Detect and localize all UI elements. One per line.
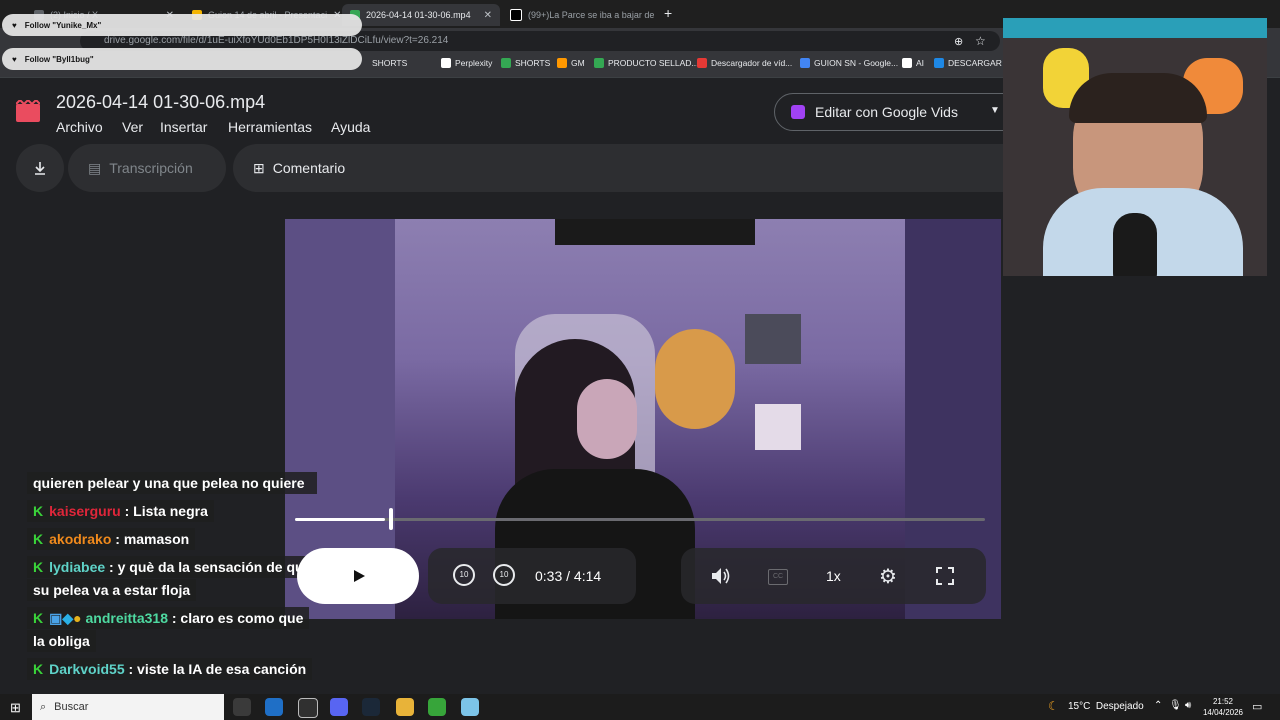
comment-icon: ⊞ <box>253 159 265 176</box>
menu-archivo[interactable]: Archivo <box>56 119 103 135</box>
captions-icon[interactable]: CC <box>768 569 788 585</box>
rewind-10-icon[interactable]: 10 <box>453 564 475 586</box>
microphone-icon[interactable]: 🎙︎ <box>1169 700 1182 711</box>
progress-fill <box>295 518 385 521</box>
chrome-taskbar-icon[interactable] <box>233 698 251 716</box>
edit-with-vids-button[interactable]: Editar con Google Vids <box>774 93 1004 131</box>
heart-icon: ♥ <box>12 20 17 30</box>
tray-chevron-icon[interactable]: ⌃ <box>1154 700 1162 711</box>
play-icon <box>354 570 365 582</box>
scrub-handle[interactable] <box>389 508 393 530</box>
video-picture <box>755 404 801 450</box>
webcam-overlay <box>1003 18 1267 276</box>
tab-label: (99+)La Parce se iba a bajar de <box>528 10 655 20</box>
video-person-face <box>577 379 637 459</box>
follow-alert-text: Follow "Yunike_Mx" <box>24 20 102 30</box>
bookmark-item[interactable]: Perplexity <box>441 58 492 68</box>
dropdown-arrow-icon[interactable]: ▼ <box>990 105 1000 116</box>
clock-date: 14/04/2026 <box>1202 708 1244 717</box>
bookmark-item[interactable]: GM <box>557 58 585 68</box>
outlook-taskbar-icon[interactable] <box>265 698 283 716</box>
download-button[interactable] <box>16 144 64 192</box>
obs-taskbar-icon[interactable] <box>298 698 318 718</box>
video-plush <box>655 329 735 429</box>
follow-alert: ♥ Follow "Yunike_Mx" <box>2 14 362 36</box>
bookmark-item[interactable]: Descargador de víd... <box>697 58 792 68</box>
chat-line: la obliga <box>27 630 96 652</box>
chat-line: Kakodrako : mamason <box>27 528 196 550</box>
follow-alert: ♥ Follow "Byll1bug" <box>2 48 362 70</box>
video-poster <box>745 314 801 364</box>
chat-line: quieren pelear y una que pelea no quiere <box>27 472 317 494</box>
progress-track[interactable] <box>295 518 985 521</box>
webcam-hair <box>1069 73 1207 123</box>
chat-line: Klydiabee : y què da la sensación de que <box>27 556 318 578</box>
weather-text[interactable]: 15°C Despejado <box>1068 701 1144 712</box>
taskbar-search[interactable]: ⌕ Buscar <box>32 694 224 720</box>
transcript-icon: ▤ <box>88 159 102 176</box>
chat-line: K Darkvoid55 : viste la IA de esa canción <box>27 658 313 680</box>
steam-taskbar-icon[interactable] <box>362 698 380 716</box>
duration: 4:14 <box>573 568 602 584</box>
vids-icon <box>791 105 805 119</box>
chat-line: Kkaiserguru : Lista negra <box>27 500 214 522</box>
zoom-icon[interactable]: ⊕ <box>954 35 963 48</box>
bookmark-item[interactable]: GUION SN - Google... <box>800 58 898 68</box>
clock-time: 21:52 <box>1212 697 1234 706</box>
edit-button-label: Editar con Google Vids <box>815 104 958 120</box>
comment-button[interactable]: ⊞ Comentario <box>233 144 1005 192</box>
bookmark-item[interactable]: PRODUCTO SELLAD... <box>594 58 699 68</box>
chat-line: K ▣◆● andreitta318 : claro es como que <box>27 607 310 629</box>
heart-icon: ♥ <box>12 54 17 64</box>
tab-tiktok[interactable]: (99+)La Parce se iba a bajar de ✕ <box>502 4 658 26</box>
search-icon: ⌕ <box>40 700 47 713</box>
menu-ver[interactable]: Ver <box>122 119 143 135</box>
follow-alert-text: Follow "Byll1bug" <box>24 54 94 64</box>
star-icon[interactable]: ☆ <box>975 34 986 48</box>
bookmark-item[interactable]: SHORTS <box>501 58 550 68</box>
windows-start-icon[interactable]: ⊞ <box>10 700 21 716</box>
notifications-icon[interactable]: ▭ <box>1252 700 1262 713</box>
discord-taskbar-icon[interactable] <box>330 698 348 716</box>
close-icon[interactable]: ✕ <box>484 10 492 21</box>
search-placeholder: Buscar <box>54 701 89 713</box>
time-separator: / <box>566 568 571 584</box>
explorer-taskbar-icon[interactable] <box>396 698 414 716</box>
transcription-label: Transcripción <box>109 160 193 176</box>
video-file-icon <box>16 100 40 122</box>
current-time: 0:33 <box>535 568 563 584</box>
volume-icon[interactable] <box>710 566 732 586</box>
menu-insertar[interactable]: Insertar <box>160 119 207 135</box>
webcam-shelf <box>1003 18 1267 38</box>
document-title: 2026-04-14 01-30-06.mp4 <box>56 92 266 112</box>
comment-label: Comentario <box>272 160 346 176</box>
tab-label: 2026-04-14 01-30-06.mp4 <box>366 10 471 20</box>
weather-icon: ☾ <box>1048 699 1059 713</box>
menu-ayuda[interactable]: Ayuda <box>331 119 370 135</box>
notepad-taskbar-icon[interactable] <box>461 698 479 716</box>
speaker-icon[interactable]: 🔊︎ <box>1185 700 1191 711</box>
new-tab-button[interactable]: + <box>664 5 672 21</box>
fullscreen-icon[interactable] <box>936 567 954 585</box>
download-icon <box>35 162 45 175</box>
transcription-button[interactable]: ▤ Transcripción <box>68 144 226 192</box>
app-taskbar-icon[interactable] <box>428 698 446 716</box>
chat-overlay: quieren pelear y una que pelea no quiere… <box>27 472 332 687</box>
settings-gear-icon[interactable]: ⚙ <box>879 564 897 589</box>
time-display: 0:33 / 4:14 <box>535 568 601 584</box>
bookmark-item[interactable]: SHORTS <box>372 58 407 68</box>
play-button[interactable] <box>297 548 419 604</box>
webcam-microphone <box>1113 213 1157 276</box>
video-tv <box>555 219 755 245</box>
tiktok-favicon-icon <box>510 9 522 21</box>
speed-button[interactable]: 1x <box>826 568 841 584</box>
menu-herramientas[interactable]: Herramientas <box>228 119 312 135</box>
chat-line: su pelea va a estar floja <box>27 579 197 601</box>
clock[interactable]: 21:52 14/04/2026 <box>1200 696 1246 718</box>
tab-drive-video[interactable]: 2026-04-14 01-30-06.mp4 ✕ <box>342 4 500 26</box>
bookmark-item[interactable]: AI <box>902 58 924 68</box>
forward-10-icon[interactable]: 10 <box>493 564 515 586</box>
